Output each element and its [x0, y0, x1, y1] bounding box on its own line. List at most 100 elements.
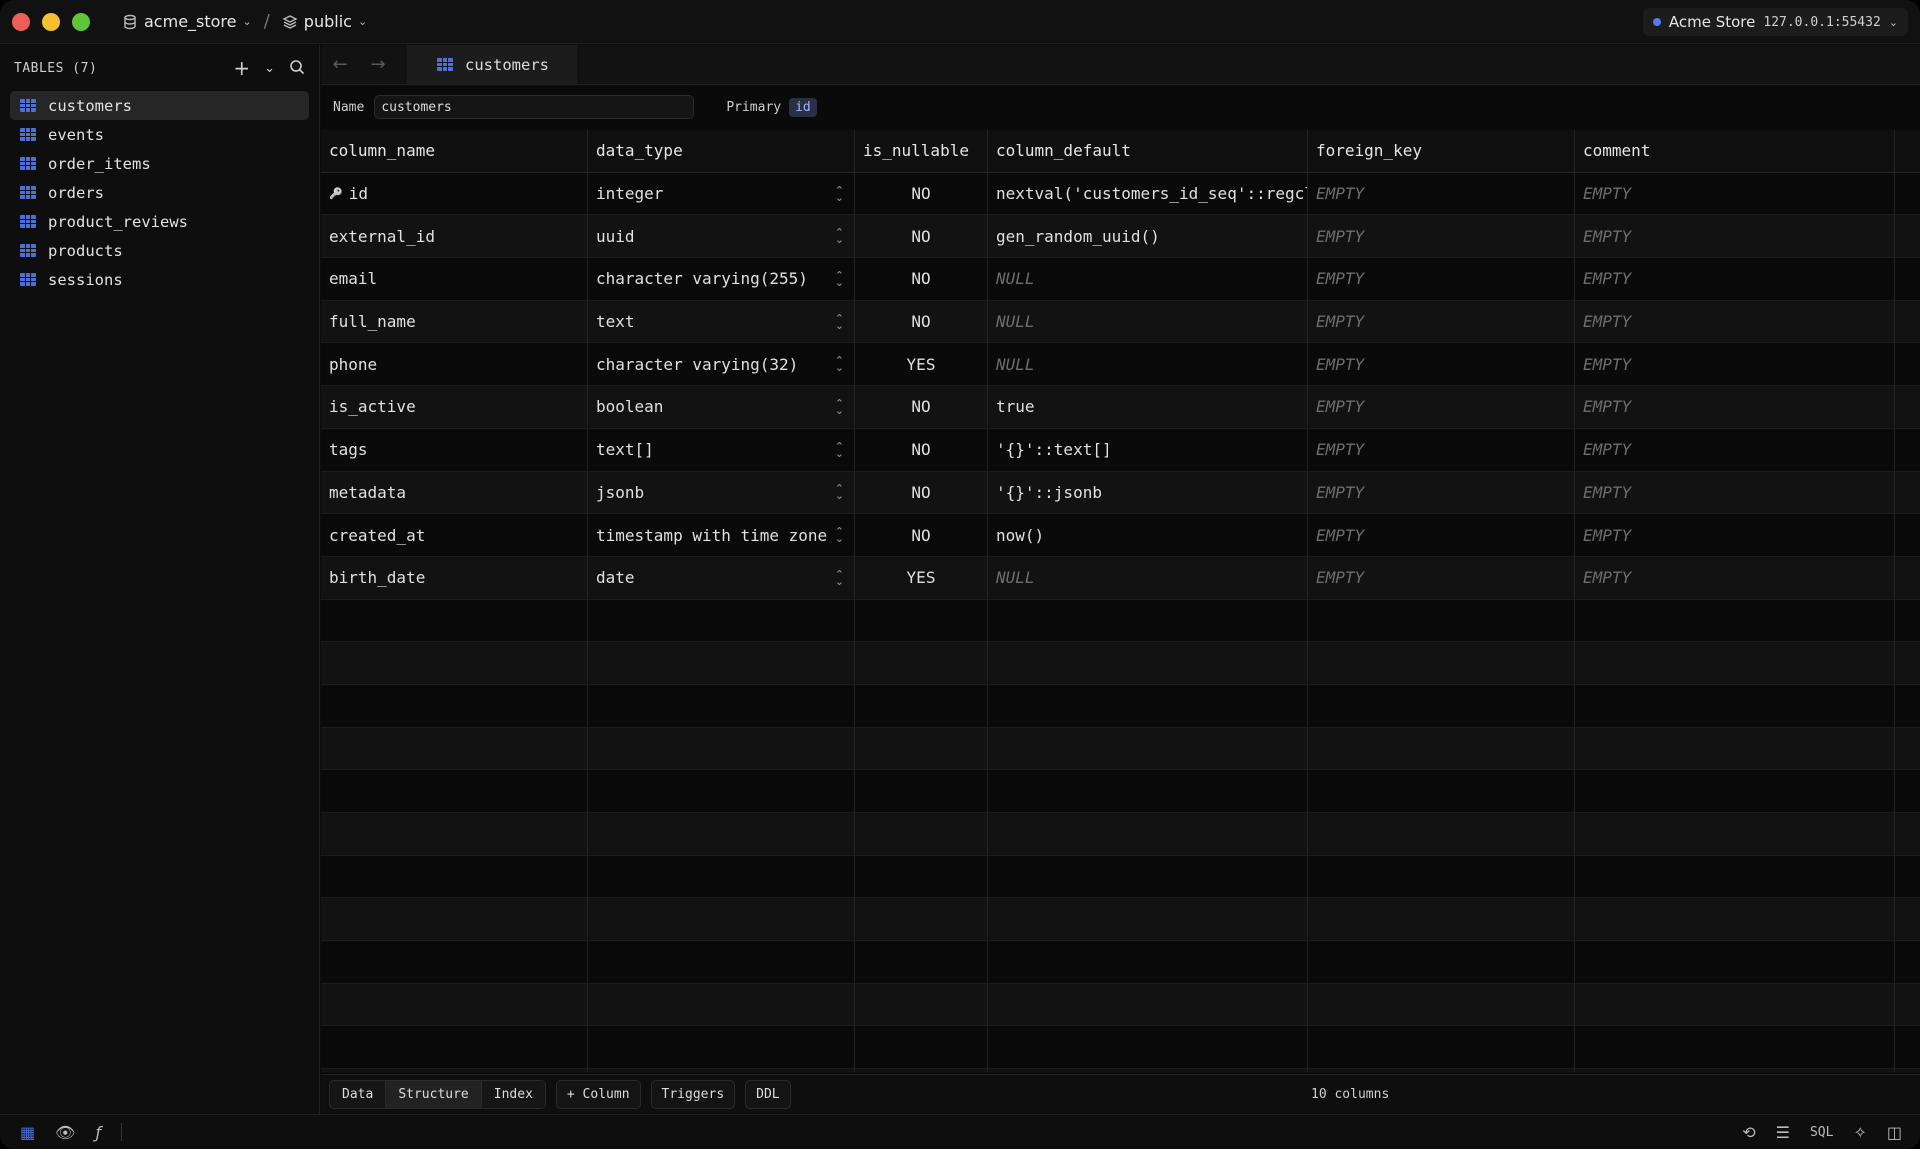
- ddl-button[interactable]: DDL: [745, 1080, 791, 1109]
- cell-column-name[interactable]: birth_date: [321, 556, 588, 599]
- table-row[interactable]: external_id uuid ⌃ ⌄ NO gen_random_uuid() EMPT…: [321, 215, 1920, 259]
- column-header[interactable]: comment: [1575, 130, 1895, 172]
- cell-comment[interactable]: EMPTY: [1575, 386, 1895, 428]
- cell-column-default[interactable]: NULL: [988, 258, 1308, 300]
- cell-is-nullable[interactable]: NO: [855, 514, 988, 556]
- cell-data-type[interactable]: text ⌃ ⌄: [588, 300, 855, 343]
- cell-foreign-key[interactable]: EMPTY: [1308, 428, 1575, 471]
- cell-column-name[interactable]: external_id: [321, 215, 588, 258]
- cell-data-type[interactable]: timestamp with time zone ⌃ ⌄: [588, 514, 855, 556]
- panel-toggle-icon[interactable]: ◫: [1887, 1123, 1902, 1142]
- add-table-icon[interactable]: +: [233, 56, 250, 80]
- cell-column-default[interactable]: true: [988, 386, 1308, 428]
- cell-data-type[interactable]: date ⌃ ⌄: [588, 556, 855, 599]
- cell-is-nullable[interactable]: YES: [855, 556, 988, 599]
- cell-foreign-key[interactable]: EMPTY: [1308, 556, 1575, 599]
- table-row[interactable]: 🔑 id integer ⌃ ⌄ NO nextval('customers_id_seq'…: [321, 172, 1920, 216]
- table-row[interactable]: birth_date date ⌃ ⌄ YES NULL EMPTY EMPTY: [321, 556, 1920, 600]
- connection-selector[interactable]: Acme Store 127.0.0.1:55432 ⌄: [1642, 8, 1908, 36]
- triggers-button[interactable]: Triggers: [650, 1080, 736, 1109]
- cell-foreign-key[interactable]: EMPTY: [1308, 172, 1575, 215]
- cell-column-default[interactable]: '{}'::jsonb: [988, 471, 1308, 514]
- cell-column-name[interactable]: tags: [321, 428, 588, 471]
- cell-is-nullable[interactable]: YES: [855, 343, 988, 386]
- table-row[interactable]: created_at timestamp with time zone ⌃ ⌄ NO no…: [321, 514, 1920, 557]
- cell-comment[interactable]: EMPTY: [1575, 258, 1895, 300]
- cell-column-name[interactable]: email: [321, 258, 588, 300]
- cell-comment[interactable]: EMPTY: [1575, 343, 1895, 386]
- cell-column-name[interactable]: is_active: [321, 386, 588, 428]
- cell-foreign-key[interactable]: EMPTY: [1308, 258, 1575, 300]
- schema-selector[interactable]: public ⌄: [282, 12, 367, 31]
- cell-foreign-key[interactable]: EMPTY: [1308, 514, 1575, 556]
- database-selector[interactable]: acme_store ⌄: [122, 12, 252, 31]
- cell-comment[interactable]: EMPTY: [1575, 471, 1895, 514]
- column-header[interactable]: data_type: [588, 130, 855, 172]
- eye-icon[interactable]: 👁: [55, 1123, 75, 1142]
- tab-structure[interactable]: Structure: [386, 1081, 482, 1108]
- table-row[interactable]: is_active boolean ⌃ ⌄ NO true EMPTY EMPTY: [321, 386, 1920, 429]
- sidebar-item-sessions[interactable]: sessions: [10, 265, 309, 294]
- updown-chevron-icon[interactable]: ⌃ ⌄: [835, 569, 844, 587]
- sidebar-item-product-reviews[interactable]: product_reviews: [10, 207, 309, 236]
- cell-is-nullable[interactable]: NO: [855, 471, 988, 514]
- cell-is-nullable[interactable]: NO: [855, 386, 988, 428]
- cell-data-type[interactable]: character varying(32) ⌃ ⌄: [588, 343, 855, 386]
- cell-is-nullable[interactable]: NO: [855, 258, 988, 300]
- cell-is-nullable[interactable]: NO: [855, 300, 988, 343]
- list-icon[interactable]: ☰: [1776, 1123, 1790, 1142]
- table-row[interactable]: phone character varying(32) ⌃ ⌄ YES NULL EMPTY…: [321, 343, 1920, 387]
- cell-data-type[interactable]: character varying(255) ⌃ ⌄: [588, 258, 855, 300]
- updown-chevron-icon[interactable]: ⌃ ⌄: [835, 355, 844, 373]
- cell-column-name[interactable]: created_at: [321, 514, 588, 556]
- table-name-input[interactable]: [374, 95, 695, 119]
- function-icon[interactable]: ƒ: [95, 1123, 101, 1142]
- table-view-icon[interactable]: ▦: [20, 1123, 35, 1142]
- search-icon[interactable]: [289, 56, 305, 80]
- cell-comment[interactable]: EMPTY: [1575, 215, 1895, 258]
- cell-column-name[interactable]: full_name: [321, 300, 588, 343]
- cell-data-type[interactable]: integer ⌃ ⌄: [588, 172, 855, 215]
- cell-foreign-key[interactable]: EMPTY: [1308, 386, 1575, 428]
- cell-data-type[interactable]: uuid ⌃ ⌄: [588, 215, 855, 258]
- cell-data-type[interactable]: boolean ⌃ ⌄: [588, 386, 855, 428]
- zoom-window-button[interactable]: [72, 12, 90, 31]
- forward-arrow-icon[interactable]: →: [359, 45, 397, 84]
- table-row[interactable]: email character varying(255) ⌃ ⌄ NO NULL EMPTY…: [321, 258, 1920, 301]
- cell-foreign-key[interactable]: EMPTY: [1308, 300, 1575, 343]
- sidebar-item-products[interactable]: products: [10, 236, 309, 265]
- updown-chevron-icon[interactable]: ⌃ ⌄: [835, 185, 844, 203]
- add-column-button[interactable]: + Column: [555, 1080, 641, 1109]
- table-row[interactable]: tags text[] ⌃ ⌄ NO '{}'::text[] EMPTY EMPTY: [321, 428, 1920, 472]
- primary-key-badge[interactable]: id: [789, 97, 817, 117]
- cell-foreign-key[interactable]: EMPTY: [1308, 343, 1575, 386]
- table-row[interactable]: metadata jsonb ⌃ ⌄ NO '{}'::jsonb EMPTY EMPTY: [321, 471, 1920, 515]
- history-icon[interactable]: ⟲: [1742, 1123, 1755, 1142]
- sparkle-icon[interactable]: ✧: [1853, 1123, 1866, 1142]
- tab-index[interactable]: Index: [481, 1081, 545, 1108]
- back-arrow-icon[interactable]: ←: [321, 45, 359, 84]
- cell-comment[interactable]: EMPTY: [1575, 556, 1895, 599]
- table-row[interactable]: full_name text ⌃ ⌄ NO NULL EMPTY EMPTY: [321, 300, 1920, 344]
- cell-data-type[interactable]: jsonb ⌃ ⌄: [588, 471, 855, 514]
- updown-chevron-icon[interactable]: ⌃ ⌄: [835, 526, 844, 544]
- cell-is-nullable[interactable]: NO: [855, 428, 988, 471]
- updown-chevron-icon[interactable]: ⌃ ⌄: [835, 270, 844, 288]
- cell-comment[interactable]: EMPTY: [1575, 514, 1895, 556]
- cell-data-type[interactable]: text[] ⌃ ⌄: [588, 428, 855, 471]
- cell-foreign-key[interactable]: EMPTY: [1308, 471, 1575, 514]
- cell-column-name[interactable]: phone: [321, 343, 588, 386]
- updown-chevron-icon[interactable]: ⌃ ⌄: [835, 441, 844, 459]
- tab-data[interactable]: Data: [330, 1081, 387, 1108]
- cell-comment[interactable]: EMPTY: [1575, 428, 1895, 471]
- sidebar-item-events[interactable]: events: [10, 120, 309, 149]
- column-header[interactable]: column_default: [988, 130, 1308, 172]
- sidebar-item-orders[interactable]: orders: [10, 178, 309, 207]
- updown-chevron-icon[interactable]: ⌃ ⌄: [835, 313, 844, 331]
- cell-column-default[interactable]: NULL: [988, 300, 1308, 343]
- cell-comment[interactable]: EMPTY: [1575, 172, 1895, 215]
- tab-customers[interactable]: customers: [407, 45, 577, 84]
- cell-column-default[interactable]: gen_random_uuid(): [988, 215, 1308, 258]
- sql-button[interactable]: SQL: [1810, 1125, 1833, 1140]
- cell-column-default[interactable]: now(): [988, 514, 1308, 556]
